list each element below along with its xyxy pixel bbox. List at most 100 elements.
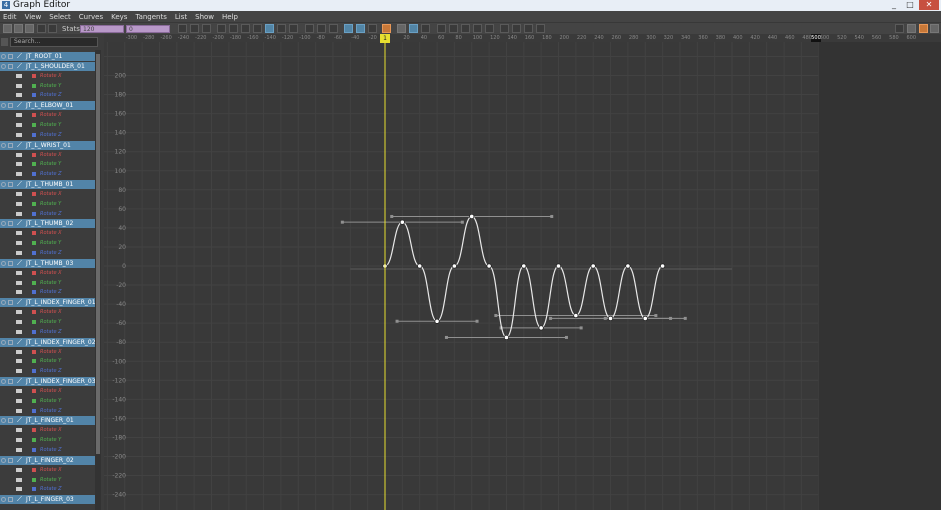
outliner-filter-icon[interactable] (1, 38, 8, 46)
lock-weights-icon[interactable] (368, 24, 377, 33)
outliner-channel-row[interactable]: Rotate Y (0, 436, 95, 445)
visibility-icon[interactable] (1, 182, 6, 188)
outliner-channel-row[interactable]: Rotate Z (0, 91, 95, 100)
post-infinity-offset-icon[interactable] (473, 24, 482, 33)
open-dope-sheet-icon[interactable] (500, 24, 509, 33)
outliner-channel-row[interactable]: Rotate Y (0, 279, 95, 288)
normalize-icon[interactable] (409, 24, 418, 33)
outliner-joint-row[interactable]: ⟋ JT_L_WRIST_01 (0, 140, 95, 150)
visibility-icon[interactable] (1, 221, 6, 227)
outliner-search-input[interactable]: Search... (10, 37, 98, 47)
break-tangents-icon[interactable] (344, 24, 353, 33)
minimize-button[interactable]: _ (887, 0, 901, 10)
linear-tangent-icon[interactable] (253, 24, 262, 33)
outliner-channel-row[interactable]: Rotate Y (0, 82, 95, 91)
menu-view[interactable]: View (25, 13, 42, 21)
outliner-channel-row[interactable]: Rotate Y (0, 318, 95, 327)
outliner-joint-row[interactable]: ⟋ JT_L_ELBOW_01 (0, 101, 95, 111)
post-infinity-cycle-icon[interactable] (461, 24, 470, 33)
buffer-curve-icon[interactable] (317, 24, 326, 33)
stats-value-field[interactable]: 0 (126, 25, 170, 33)
lock-icon[interactable] (8, 457, 13, 463)
visibility-icon[interactable] (1, 63, 6, 69)
outliner-channel-row[interactable]: Rotate Z (0, 485, 95, 494)
outliner-channel-row[interactable]: Rotate Z (0, 131, 95, 140)
visibility-icon[interactable] (1, 260, 6, 266)
lock-icon[interactable] (8, 339, 13, 345)
visibility-icon[interactable] (1, 103, 6, 109)
outliner-scroll-thumb[interactable] (96, 54, 100, 454)
simplify-curve-icon[interactable] (485, 24, 494, 33)
maximize-button[interactable]: □ (903, 0, 917, 10)
playhead-marker[interactable]: 1 (380, 34, 390, 43)
visibility-icon[interactable] (1, 497, 6, 503)
outliner-joint-row[interactable]: ⟋ JT_L_FINGER_03 (0, 495, 95, 505)
spline-tangent-icon[interactable] (229, 24, 238, 33)
move-view-icon[interactable] (895, 24, 904, 33)
retime-tool-icon[interactable] (48, 24, 57, 33)
outliner-channel-row[interactable]: Rotate Y (0, 476, 95, 485)
frame-selection-icon[interactable] (190, 24, 199, 33)
time-ruler[interactable]: 500 -300 -280 -260 -240 -220 -200 -180 -160 -140… (104, 34, 941, 42)
lock-icon[interactable] (8, 142, 13, 148)
pre-infinity-offset-icon[interactable] (449, 24, 458, 33)
outliner-joint-row[interactable]: ⟋ JT_L_THUMB_02 (0, 219, 95, 229)
open-trax-editor-icon[interactable] (512, 24, 521, 33)
outliner-channel-row[interactable]: Rotate X (0, 229, 95, 238)
outliner-channel-row[interactable]: Rotate Z (0, 367, 95, 376)
menu-tangents[interactable]: Tangents (135, 13, 166, 21)
unify-tangents-icon[interactable] (356, 24, 365, 33)
visibility-icon[interactable] (1, 300, 6, 306)
outliner-joint-row[interactable]: ⟋ JT_L_FINGER_01 (0, 416, 95, 426)
visibility-icon[interactable] (1, 142, 6, 148)
outliner-joint-row[interactable]: ⟋ JT_L_FINGER_02 (0, 455, 95, 465)
outliner-channel-row[interactable]: Rotate X (0, 308, 95, 317)
graph-layout-icon[interactable] (919, 24, 928, 33)
lock-icon[interactable] (8, 103, 13, 109)
lock-icon[interactable] (8, 260, 13, 266)
menu-list[interactable]: List (175, 13, 187, 21)
swap-buffer-icon[interactable] (329, 24, 338, 33)
outliner-channel-row[interactable]: Rotate Y (0, 160, 95, 169)
outliner-channel-row[interactable]: Rotate Z (0, 170, 95, 179)
outliner-joint-row[interactable]: ⟋ JT_L_THUMB_01 (0, 180, 95, 190)
menu-show[interactable]: Show (195, 13, 214, 21)
lock-icon[interactable] (8, 418, 13, 424)
plateau-tangent-icon[interactable] (305, 24, 314, 33)
insert-keys-icon[interactable] (14, 24, 23, 33)
outliner-channel-row[interactable]: Rotate X (0, 466, 95, 475)
visibility-icon[interactable] (1, 457, 6, 463)
graph-canvas[interactable]: 200180160140120100806040200-20-40-60-80-… (104, 42, 941, 510)
menu-edit[interactable]: Edit (3, 13, 17, 21)
split-layout-icon[interactable] (930, 24, 939, 33)
outliner-channel-row[interactable]: Rotate X (0, 426, 95, 435)
outliner-joint-row[interactable]: ⟋ JT_L_SHOULDER_01 (0, 61, 95, 71)
move-keys-icon[interactable] (3, 24, 12, 33)
flat-tangent-icon[interactable] (277, 24, 286, 33)
outliner-joint-row[interactable]: ⟋ JT_L_INDEX_FINGER_03 (0, 377, 95, 387)
visibility-icon[interactable] (1, 379, 6, 385)
visibility-icon[interactable] (1, 418, 6, 424)
lock-icon[interactable] (8, 221, 13, 227)
outliner-channel-row[interactable]: Rotate X (0, 111, 95, 120)
outliner-channel-row[interactable]: Rotate Z (0, 328, 95, 337)
menu-curves[interactable]: Curves (79, 13, 103, 21)
lock-icon[interactable] (8, 300, 13, 306)
outliner-joint-row[interactable]: ⟋ JT_L_INDEX_FINGER_01 (0, 298, 95, 308)
resample-icon[interactable] (524, 24, 533, 33)
outliner-joint-row[interactable]: ⟋ JT_L_INDEX_FINGER_02 (0, 337, 95, 347)
outliner-channel-row[interactable]: Rotate Y (0, 239, 95, 248)
outliner-channel-row[interactable]: Rotate X (0, 190, 95, 199)
isolate-curve-icon[interactable] (397, 24, 406, 33)
menu-select[interactable]: Select (49, 13, 71, 21)
visibility-icon[interactable] (1, 54, 6, 59)
outliner-channel-row[interactable]: Rotate Y (0, 357, 95, 366)
outliner-channel-row[interactable]: Rotate Y (0, 121, 95, 130)
lock-icon[interactable] (8, 379, 13, 385)
outliner-channel-row[interactable]: Rotate Y (0, 397, 95, 406)
center-current-time-icon[interactable] (217, 24, 226, 33)
outliner-channel-row[interactable]: Rotate X (0, 269, 95, 278)
frame-playback-icon[interactable] (202, 24, 211, 33)
outliner-channel-row[interactable]: Rotate X (0, 151, 95, 160)
outliner-channel-row[interactable]: Rotate Z (0, 407, 95, 416)
